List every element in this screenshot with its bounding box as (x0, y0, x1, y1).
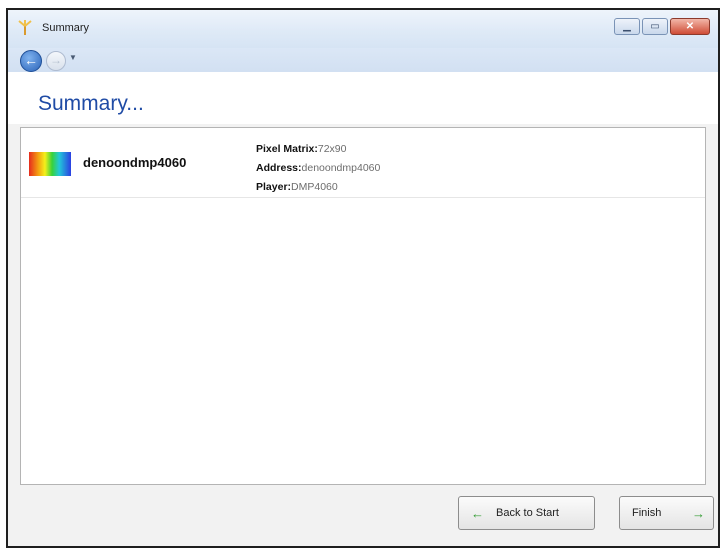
maximize-icon: ▭ (650, 21, 660, 32)
detail-pixel-matrix: Pixel Matrix:72x90 (256, 140, 380, 159)
minimize-button[interactable]: ▁ (614, 18, 640, 35)
detail-label: Pixel Matrix: (256, 143, 318, 155)
close-icon: ✕ (685, 21, 695, 32)
detail-address: Address:denoondmp4060 (256, 159, 380, 178)
close-button[interactable]: ✕ (670, 18, 710, 35)
device-details: Pixel Matrix:72x90 Address:denoondmp4060… (256, 140, 380, 197)
green-left-arrow-icon: ← (471, 505, 484, 521)
navigation-bar: ← → ▼ (8, 48, 718, 72)
detail-player: Player:DMP4060 (256, 178, 380, 197)
back-to-start-button[interactable]: ← Back to Start (458, 496, 595, 530)
minimize-icon: ▁ (623, 21, 631, 32)
wizard-window: Summary ▁ ▭ ✕ ← → ▼ Summary... denoondmp… (6, 8, 720, 548)
back-nav-button[interactable]: ← (20, 50, 42, 72)
window-title: Summary (42, 22, 90, 34)
device-preview-image (29, 152, 71, 176)
detail-value: denoondmp4060 (301, 162, 381, 174)
detail-value: 72x90 (317, 143, 347, 155)
device-row: denoondmp4060 Pixel Matrix:72x90 Address… (21, 128, 705, 198)
summary-panel: denoondmp4060 Pixel Matrix:72x90 Address… (20, 127, 706, 485)
back-to-start-label: Back to Start (496, 507, 559, 519)
window-controls: ▁ ▭ ✕ (614, 18, 710, 35)
device-name: denoondmp4060 (83, 155, 187, 170)
finish-button[interactable]: Finish → (619, 496, 714, 530)
title-bar[interactable]: Summary ▁ ▭ ✕ (8, 10, 718, 48)
app-icon (18, 20, 32, 35)
history-dropdown-icon[interactable]: ▼ (69, 53, 77, 62)
detail-value: DMP4060 (291, 181, 338, 193)
green-right-arrow-icon: → (692, 505, 705, 521)
forward-nav-button[interactable]: → (46, 51, 66, 71)
detail-label: Player: (256, 181, 292, 193)
finish-label: Finish (632, 507, 662, 519)
page-heading: Summary... (38, 92, 144, 115)
detail-label: Address: (256, 162, 302, 174)
maximize-button[interactable]: ▭ (642, 18, 668, 35)
forward-arrow-icon: → (50, 53, 62, 67)
back-arrow-icon: ← (24, 52, 38, 68)
